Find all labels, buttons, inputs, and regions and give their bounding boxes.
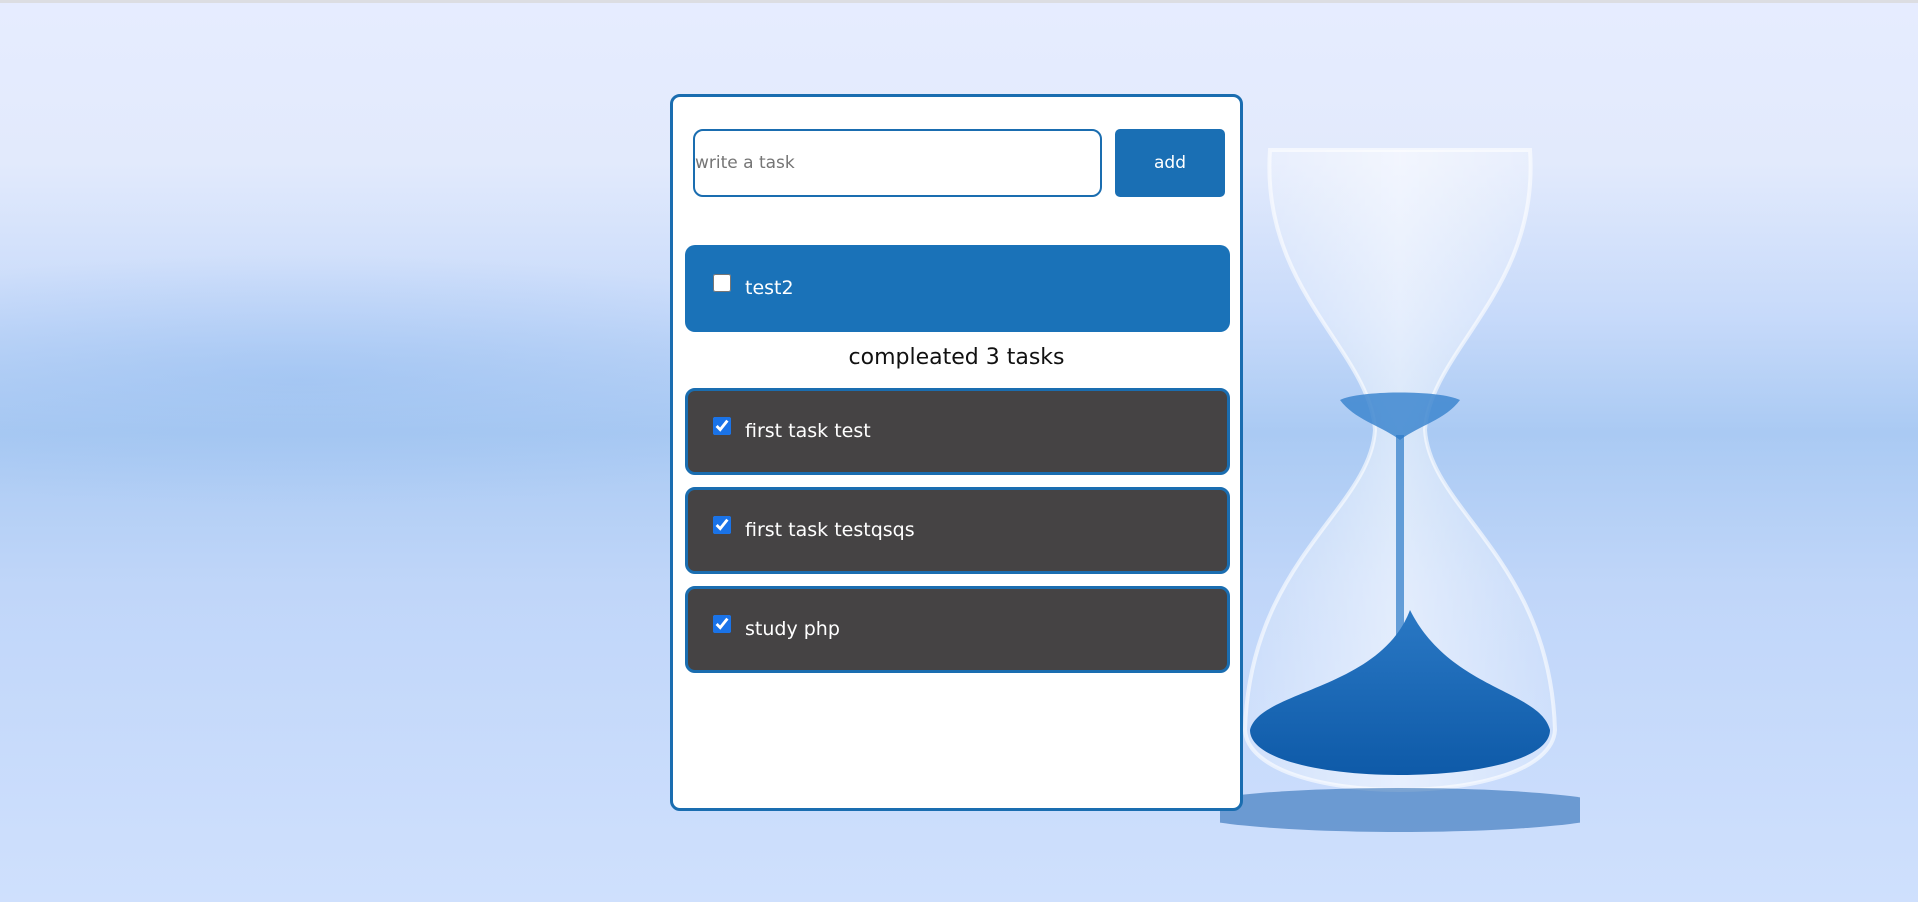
add-task-button[interactable]: add (1115, 129, 1225, 197)
task-label: first task testqsqs (745, 519, 915, 541)
task-label: test2 (745, 277, 794, 299)
hourglass-icon (1220, 148, 1580, 832)
completed-tasks-heading: compleated 3 tasks (848, 345, 1065, 370)
task-checkbox[interactable] (713, 274, 731, 292)
task-label: first task test (745, 420, 871, 442)
top-divider (0, 0, 1918, 3)
task-input[interactable] (693, 129, 1102, 197)
task-item-completed[interactable]: first task test (685, 388, 1230, 475)
todo-card: add test2 compleated 3 tasks first task … (670, 94, 1243, 811)
task-checkbox[interactable] (713, 417, 731, 435)
task-label: study php (745, 618, 840, 640)
task-item-pending[interactable]: test2 (685, 245, 1230, 332)
task-checkbox[interactable] (713, 516, 731, 534)
task-checkbox[interactable] (713, 615, 731, 633)
task-item-completed[interactable]: first task testqsqs (685, 487, 1230, 574)
task-item-completed[interactable]: study php (685, 586, 1230, 673)
